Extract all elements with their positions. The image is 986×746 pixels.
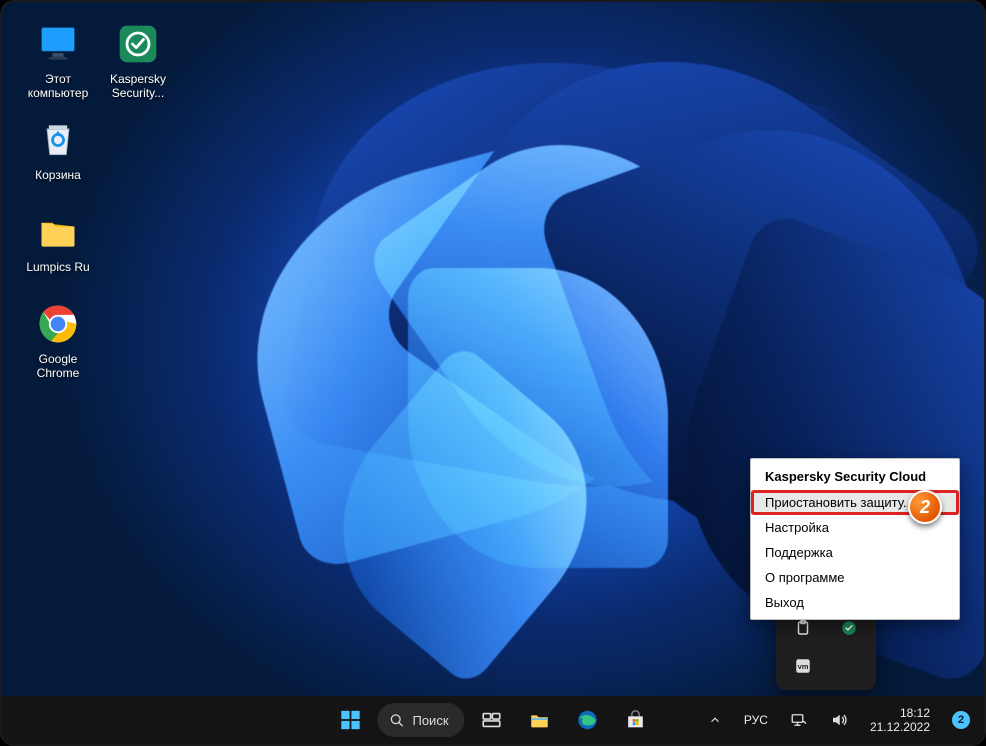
chrome-icon	[34, 300, 82, 348]
context-menu-item-exit[interactable]: Выход	[751, 590, 959, 615]
clock-date: 21.12.2022	[870, 720, 930, 734]
taskbar-search[interactable]: Поиск	[377, 703, 464, 737]
taskbar: Поиск РУС	[2, 696, 984, 744]
desktop-icon-kaspersky[interactable]: Kaspersky Security...	[100, 20, 176, 100]
taskbar-edge[interactable]	[567, 699, 609, 741]
svg-text:vm: vm	[798, 662, 809, 671]
desktop-icon-this-pc[interactable]: Этот компьютер	[20, 20, 96, 100]
network-icon	[790, 711, 808, 729]
kaspersky-icon	[114, 20, 162, 68]
tray-clock[interactable]: 18:12 21.12.2022	[864, 699, 936, 741]
context-menu-title: Kaspersky Security Cloud	[751, 463, 959, 490]
tray-item-vm[interactable]: vm	[783, 650, 823, 682]
taskbar-explorer[interactable]	[519, 699, 561, 741]
volume-icon	[830, 711, 848, 729]
desktop-icon-recycle-bin[interactable]: Корзина	[20, 116, 96, 182]
folder-icon	[34, 208, 82, 256]
desktop-icon-label: Корзина	[35, 168, 81, 182]
tray-volume[interactable]	[824, 699, 854, 741]
start-button[interactable]	[329, 699, 371, 741]
monitor-icon	[34, 20, 82, 68]
desktop-icon-label: Google Chrome	[37, 352, 80, 380]
desktop-icon-label: Lumpics Ru	[26, 260, 89, 274]
annotation-step-badge: 2	[908, 490, 942, 524]
notification-count-badge: 2	[952, 711, 970, 729]
tray-notifications[interactable]: 2	[946, 699, 976, 741]
desktop-icon-label: Kaspersky Security...	[110, 72, 166, 100]
tray-chevron-up[interactable]	[702, 699, 728, 741]
context-menu-item-about[interactable]: О программе	[751, 565, 959, 590]
chevron-up-icon	[708, 713, 722, 727]
desktop-icon-lumpics[interactable]: Lumpics Ru	[20, 208, 96, 274]
tray-language[interactable]: РУС	[738, 699, 774, 741]
taskbar-task-view[interactable]	[471, 699, 513, 741]
taskbar-store[interactable]	[615, 699, 657, 741]
recycle-bin-icon	[34, 116, 82, 164]
search-icon	[389, 713, 404, 728]
context-menu-item-support[interactable]: Поддержка	[751, 540, 959, 565]
tray-network[interactable]	[784, 699, 814, 741]
desktop-icon-label: Этот компьютер	[28, 72, 89, 100]
search-label: Поиск	[412, 713, 448, 728]
clock-time: 18:12	[870, 706, 930, 720]
desktop-icon-chrome[interactable]: Google Chrome	[20, 300, 96, 380]
kaspersky-context-menu: Kaspersky Security Cloud Приостановить з…	[750, 458, 960, 620]
